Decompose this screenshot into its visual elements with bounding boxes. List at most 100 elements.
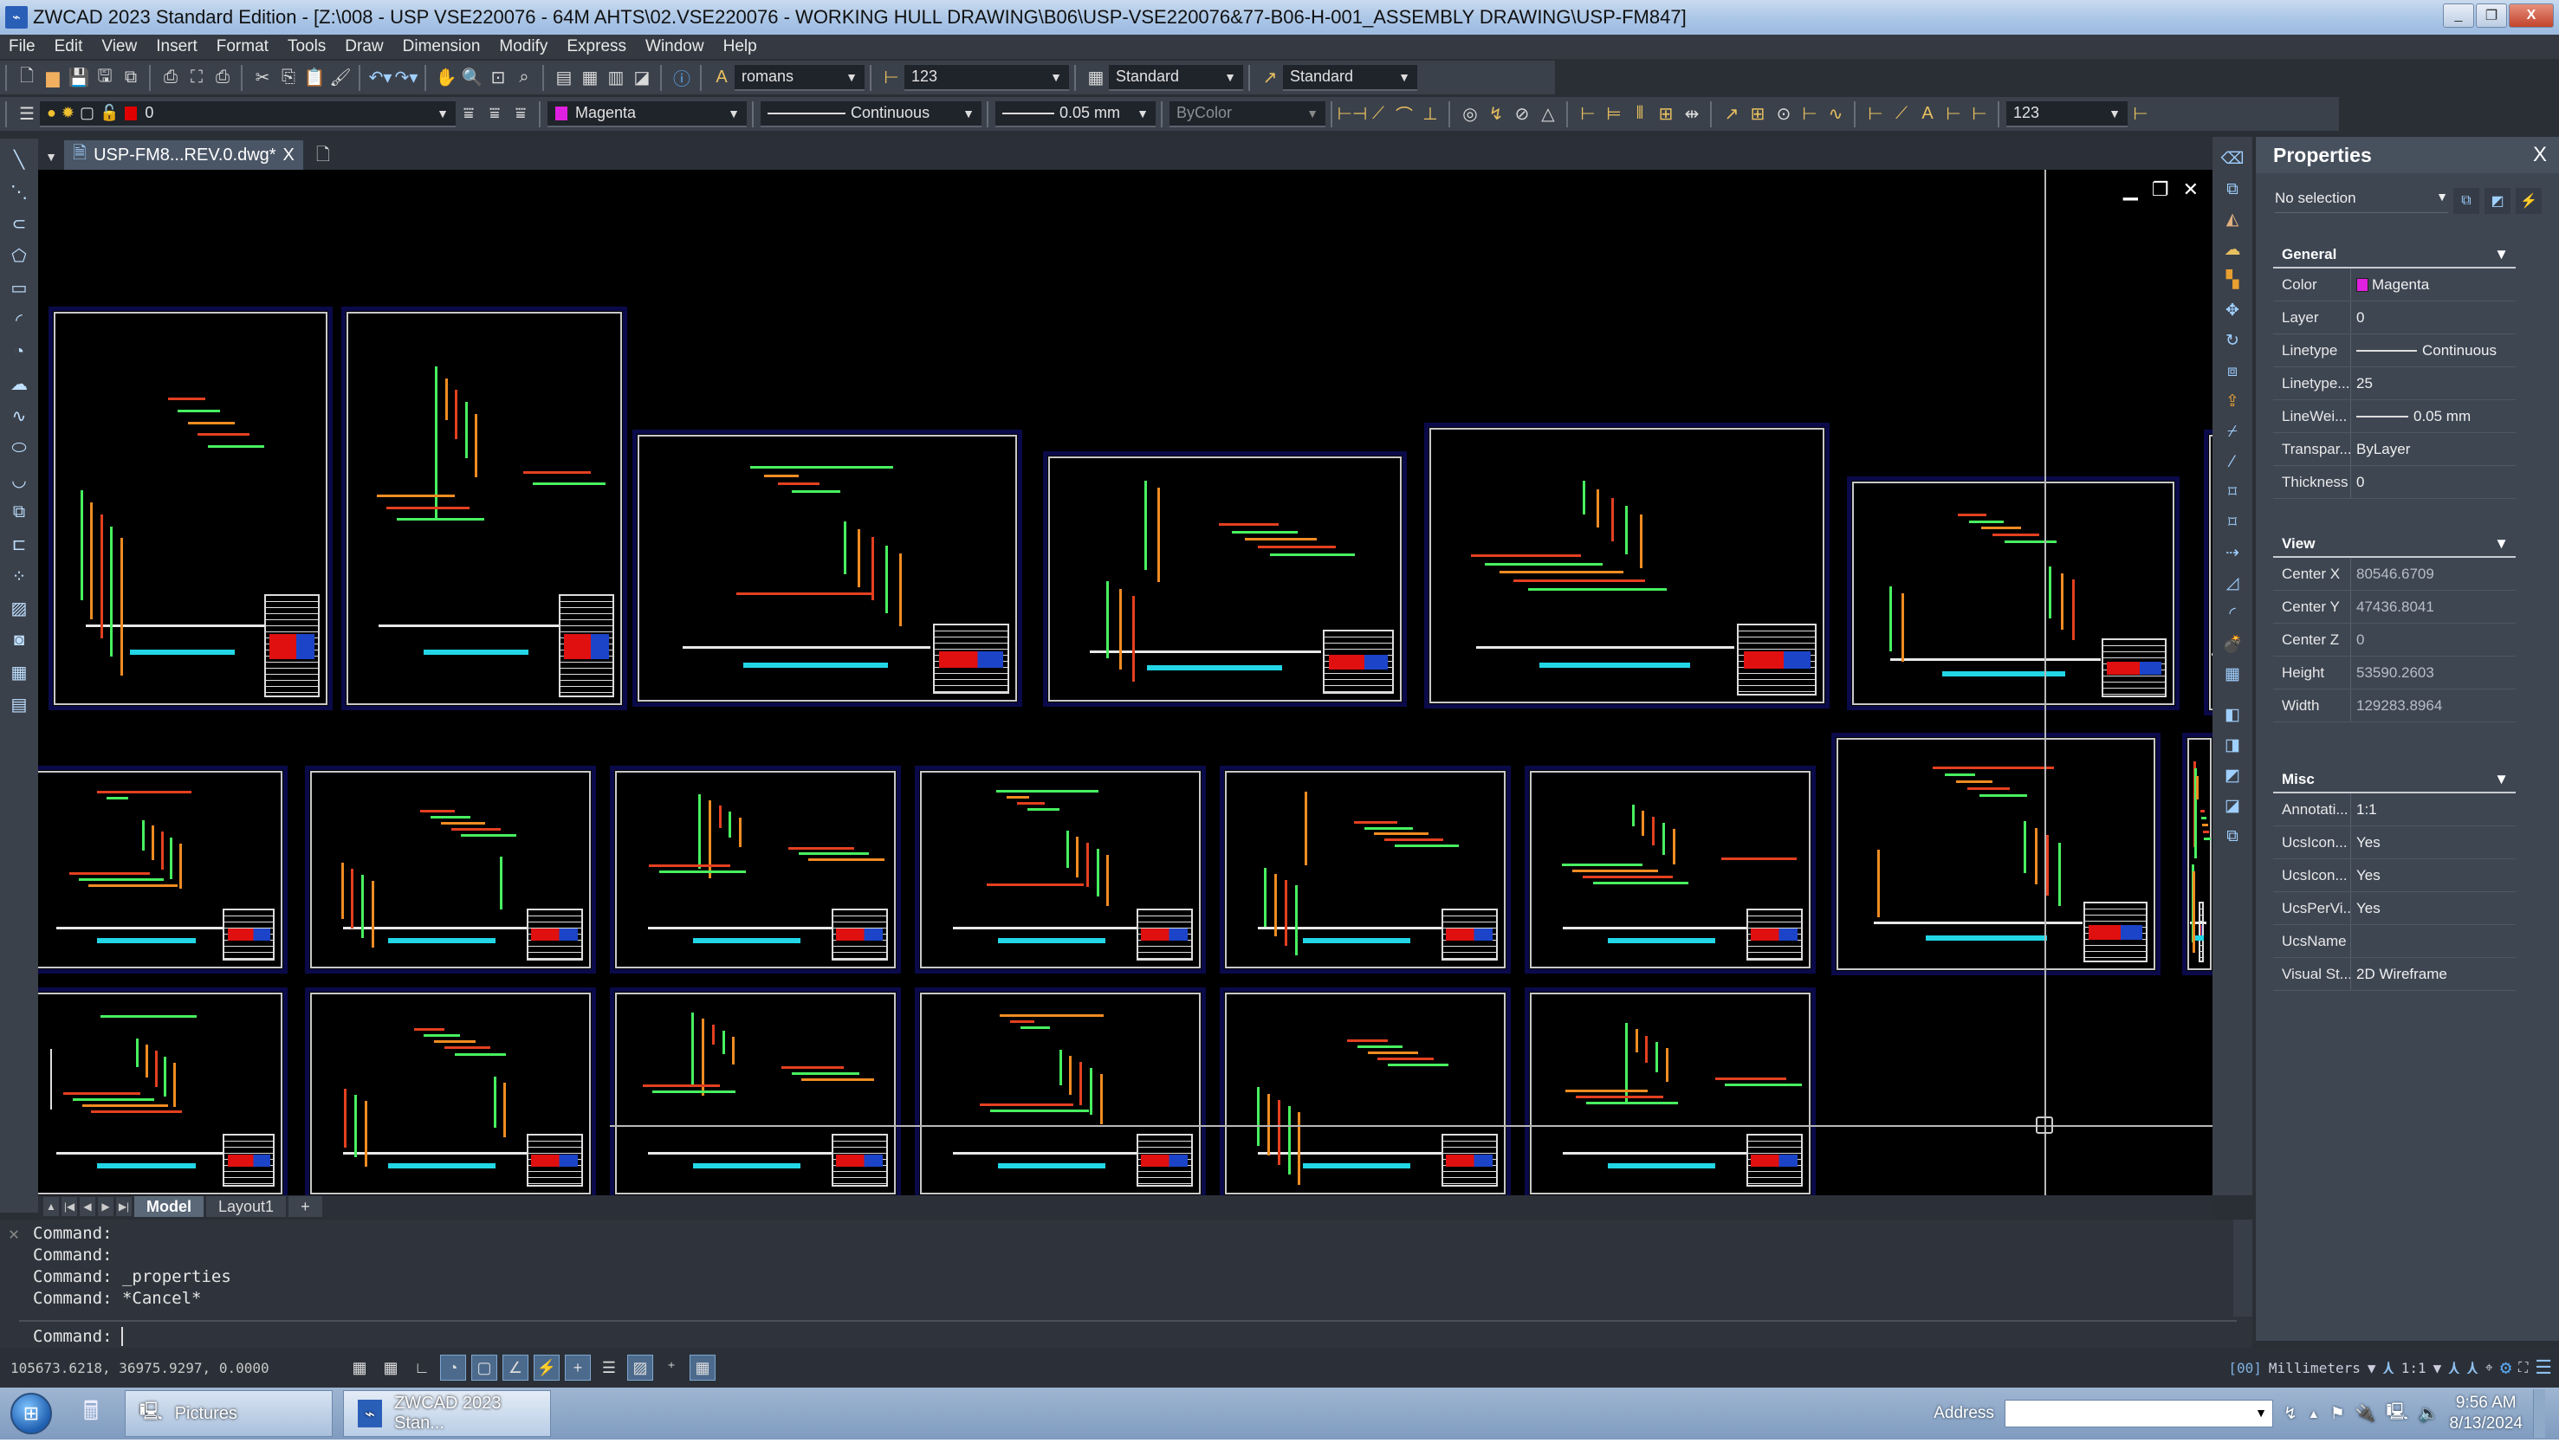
property-row[interactable]: UcsPerVi... Yes <box>2273 892 2516 925</box>
drawing-sheet[interactable] <box>2182 733 2212 975</box>
drawing-sheet[interactable] <box>1220 766 1511 974</box>
workspace-icon[interactable]: ⌖ <box>2485 1359 2493 1376</box>
menu-modify[interactable]: Modify <box>499 37 547 56</box>
diameter-dimension-icon[interactable]: ⊘ <box>1509 101 1535 127</box>
units-select[interactable]: Millimeters <box>2269 1360 2361 1376</box>
drawing-sheet[interactable] <box>1525 766 1816 974</box>
make-current-layer-icon[interactable]: ⩸ <box>456 101 482 127</box>
layer-lock-icon[interactable]: 🔓 <box>100 104 119 122</box>
mirror-icon[interactable]: ◭ <box>2219 206 2246 233</box>
print-preview-icon[interactable]: ⛶ <box>184 65 210 91</box>
taskbar-task-pictures[interactable]: 🖳 Pictures <box>125 1390 333 1437</box>
layer-freeze-icon[interactable]: ✹ <box>62 104 75 122</box>
property-row[interactable]: UcsName <box>2273 925 2516 958</box>
tool-palettes-icon[interactable]: ▥ <box>603 65 629 91</box>
save-icon[interactable]: 💾 <box>66 65 92 91</box>
arc-icon[interactable]: ◜ <box>5 306 33 333</box>
property-value[interactable]: Continuous <box>2351 342 2497 359</box>
erase-icon[interactable]: ⌫ <box>2219 146 2246 172</box>
property-row[interactable]: Thickness 0 <box>2273 466 2516 499</box>
drawing-sheet[interactable] <box>341 307 627 710</box>
annotation-visibility-icon[interactable]: ⋏ <box>2448 1357 2459 1379</box>
dim-style-select[interactable]: 123 ▼ <box>904 64 1069 91</box>
zoom-realtime-icon[interactable]: 🔍 <box>459 65 485 91</box>
copy-object-icon[interactable]: ⧉ <box>2219 176 2246 203</box>
snap-icon[interactable]: ▦ <box>378 1355 404 1381</box>
drawing-canvas[interactable]: ▁ ❐ ✕ <box>38 170 2212 1195</box>
prev-tab-icon[interactable]: ◀ <box>80 1197 95 1216</box>
radius-dimension-icon[interactable]: ◎ <box>1457 101 1483 127</box>
first-tab-icon[interactable]: |◀ <box>62 1197 77 1216</box>
menu-format[interactable]: Format <box>217 37 269 56</box>
chevron-down-icon[interactable]: ▼ <box>2368 1360 2376 1376</box>
fillet-icon[interactable]: ◜ <box>2219 600 2246 627</box>
oblique-icon[interactable]: ⟋ <box>1888 101 1914 127</box>
drawing-sheet[interactable] <box>610 766 901 974</box>
dim-reassociate-icon[interactable]: ⊢ <box>1966 101 1992 127</box>
layer-on-icon[interactable]: ● <box>47 104 56 122</box>
angular-dimension-icon[interactable]: △ <box>1535 101 1561 127</box>
inspection-icon[interactable]: ⊙ <box>1771 101 1797 127</box>
menu-express[interactable]: Express <box>567 37 626 56</box>
center-mark-icon[interactable]: ⊞ <box>1745 101 1771 127</box>
annotation-scale-select[interactable]: 1:1 <box>2401 1360 2426 1376</box>
tabs-up-icon[interactable]: ▲ <box>43 1197 59 1216</box>
match-properties-icon[interactable]: 🖌 <box>327 65 353 91</box>
open-icon[interactable]: ▆ <box>40 65 66 91</box>
help-icon[interactable]: ⓘ <box>669 65 695 91</box>
property-row[interactable]: Transpar... ByLayer <box>2273 433 2516 466</box>
revision-cloud-icon[interactable]: ☁ <box>5 370 33 398</box>
text-angle-icon[interactable]: A <box>1914 101 1940 127</box>
layer-select[interactable]: ● ✹ ▢ 🔓 0 ▼ <box>40 100 456 127</box>
polygon-icon[interactable]: ⬠ <box>5 242 33 269</box>
show-hidden-icons[interactable]: ▲ <box>2308 1407 2320 1420</box>
pan-icon[interactable]: ✋ <box>433 65 459 91</box>
drawing-sheet[interactable] <box>1847 476 2180 710</box>
dynamic-ucs-icon[interactable]: ⚡ <box>534 1355 560 1381</box>
start-button[interactable]: ⊞ <box>10 1393 52 1434</box>
cut-icon[interactable]: ✂ <box>249 65 275 91</box>
viewport-close-icon[interactable]: ✕ <box>2183 178 2199 201</box>
property-group-header[interactable]: Misc ▼ <box>2273 771 2516 793</box>
property-value[interactable]: 80546.6709 <box>2351 566 2434 583</box>
quick-select-icon[interactable]: ⚡ <box>2516 188 2542 214</box>
layer-previous-icon[interactable]: ⩸ <box>482 101 508 127</box>
rectangle-icon[interactable]: ▭ <box>5 274 33 301</box>
auto-scale-icon[interactable]: ⋏ <box>2467 1357 2478 1379</box>
edit-table-icon[interactable]: ▦ <box>2219 661 2246 688</box>
restore-button[interactable]: ❐ <box>2476 3 2507 28</box>
properties-icon[interactable]: ▤ <box>551 65 577 91</box>
property-row[interactable]: Visual St... 2D Wireframe <box>2273 958 2516 991</box>
plotstyle-select[interactable]: ByColor ▼ <box>1169 100 1325 127</box>
toggle-pickadd-icon[interactable]: ⧉ <box>2453 188 2479 214</box>
construction-line-icon[interactable]: ⋱ <box>5 178 33 205</box>
object-snap-icon[interactable]: ▢ <box>471 1355 497 1381</box>
show-desktop-button[interactable] <box>2533 1389 2545 1438</box>
layer-manager-icon[interactable]: ☰ <box>14 101 40 127</box>
linear-dimension-icon[interactable]: ⊢⊣ <box>1338 101 1368 127</box>
command-input[interactable]: Command: <box>19 1320 2237 1351</box>
hatch-icon[interactable]: ▨ <box>5 594 33 622</box>
drawing-sheet[interactable] <box>610 987 901 1195</box>
drawing-sheet[interactable] <box>1220 987 1511 1195</box>
property-row[interactable]: Annotati... 1:1 <box>2273 793 2516 826</box>
extend-icon[interactable]: ⁄ <box>2219 449 2246 476</box>
batch-save-icon[interactable]: ⧉ <box>118 65 144 91</box>
sheet-set-icon[interactable]: ◪ <box>629 65 655 91</box>
drawing-sheet[interactable] <box>2204 430 2212 715</box>
ellipse-arc-icon[interactable]: ◡ <box>5 466 33 494</box>
property-row[interactable]: Color Magenta <box>2273 269 2516 301</box>
quick-properties-icon[interactable]: ▦ <box>690 1355 716 1381</box>
undo-icon[interactable]: ↶▾ <box>367 65 393 91</box>
last-tab-icon[interactable]: ▶| <box>116 1197 132 1216</box>
property-group-header[interactable]: General ▼ <box>2273 246 2516 269</box>
zoom-previous-icon[interactable]: ⌕ <box>511 65 537 91</box>
drawing-sheet[interactable] <box>1043 451 1407 707</box>
collapse-icon[interactable]: ▼ <box>2494 535 2509 553</box>
menu-tools[interactable]: Tools <box>288 37 326 56</box>
property-row[interactable]: Linetype... 25 <box>2273 367 2516 400</box>
taskbar-task-zwcad[interactable]: ⌁ ZWCAD 2023 Stan... <box>343 1390 551 1437</box>
property-row[interactable]: Center Z 0 <box>2273 624 2516 657</box>
menu-insert[interactable]: Insert <box>156 37 198 56</box>
arc-length-icon[interactable]: ⌒ <box>1391 101 1417 127</box>
